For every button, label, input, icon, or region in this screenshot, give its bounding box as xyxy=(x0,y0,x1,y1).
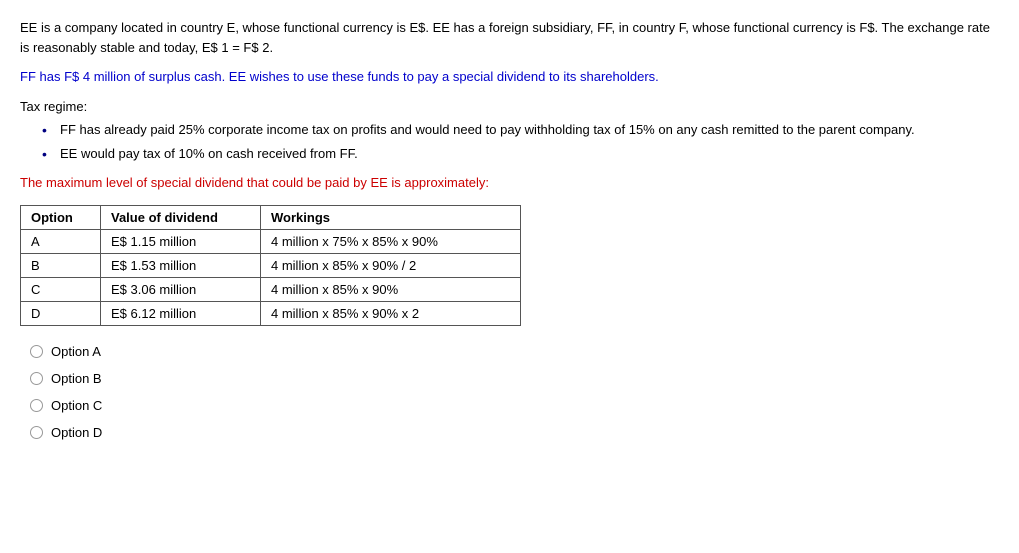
table-cell-workings: 4 million x 85% x 90% x 2 xyxy=(261,301,521,325)
intro-paragraph2: FF has F$ 4 million of surplus cash. EE … xyxy=(20,67,999,87)
answer-option-d[interactable]: Option D xyxy=(30,425,999,440)
intro-block: EE is a company located in country E, wh… xyxy=(20,18,999,163)
option-c-label: Option C xyxy=(51,398,102,413)
tax-bullet-1: FF has already paid 25% corporate income… xyxy=(60,120,999,140)
options-table: Option Value of dividend Workings AE$ 1.… xyxy=(20,205,521,326)
table-header-option: Option xyxy=(21,205,101,229)
table-header-workings: Workings xyxy=(261,205,521,229)
table-cell-value: E$ 6.12 million xyxy=(101,301,261,325)
option-d-label: Option D xyxy=(51,425,102,440)
answer-option-a[interactable]: Option A xyxy=(30,344,999,359)
tax-bullet-2: EE would pay tax of 10% on cash received… xyxy=(60,144,999,164)
table-cell-workings: 4 million x 85% x 90% xyxy=(261,277,521,301)
table-cell-workings: 4 million x 75% x 85% x 90% xyxy=(261,229,521,253)
radio-d[interactable] xyxy=(30,426,43,439)
table-cell-value: E$ 1.53 million xyxy=(101,253,261,277)
question-text: The maximum level of special dividend th… xyxy=(20,173,999,193)
answer-options-list: Option A Option B Option C Option D xyxy=(30,344,999,440)
tax-bullet-list: FF has already paid 25% corporate income… xyxy=(60,120,999,163)
radio-b[interactable] xyxy=(30,372,43,385)
table-cell-workings: 4 million x 85% x 90% / 2 xyxy=(261,253,521,277)
table-cell-option: D xyxy=(21,301,101,325)
table-row: BE$ 1.53 million4 million x 85% x 90% / … xyxy=(21,253,521,277)
tax-regime-section: Tax regime: FF has already paid 25% corp… xyxy=(20,97,999,164)
table-cell-option: A xyxy=(21,229,101,253)
option-b-label: Option B xyxy=(51,371,102,386)
radio-c[interactable] xyxy=(30,399,43,412)
table-header-value: Value of dividend xyxy=(101,205,261,229)
table-row: CE$ 3.06 million4 million x 85% x 90% xyxy=(21,277,521,301)
table-cell-value: E$ 1.15 million xyxy=(101,229,261,253)
option-a-label: Option A xyxy=(51,344,101,359)
table-cell-option: C xyxy=(21,277,101,301)
table-cell-option: B xyxy=(21,253,101,277)
table-row: AE$ 1.15 million4 million x 75% x 85% x … xyxy=(21,229,521,253)
tax-regime-label: Tax regime: xyxy=(20,97,999,117)
answer-option-b[interactable]: Option B xyxy=(30,371,999,386)
answer-option-c[interactable]: Option C xyxy=(30,398,999,413)
table-cell-value: E$ 3.06 million xyxy=(101,277,261,301)
intro-paragraph1: EE is a company located in country E, wh… xyxy=(20,18,999,57)
radio-a[interactable] xyxy=(30,345,43,358)
table-row: DE$ 6.12 million4 million x 85% x 90% x … xyxy=(21,301,521,325)
